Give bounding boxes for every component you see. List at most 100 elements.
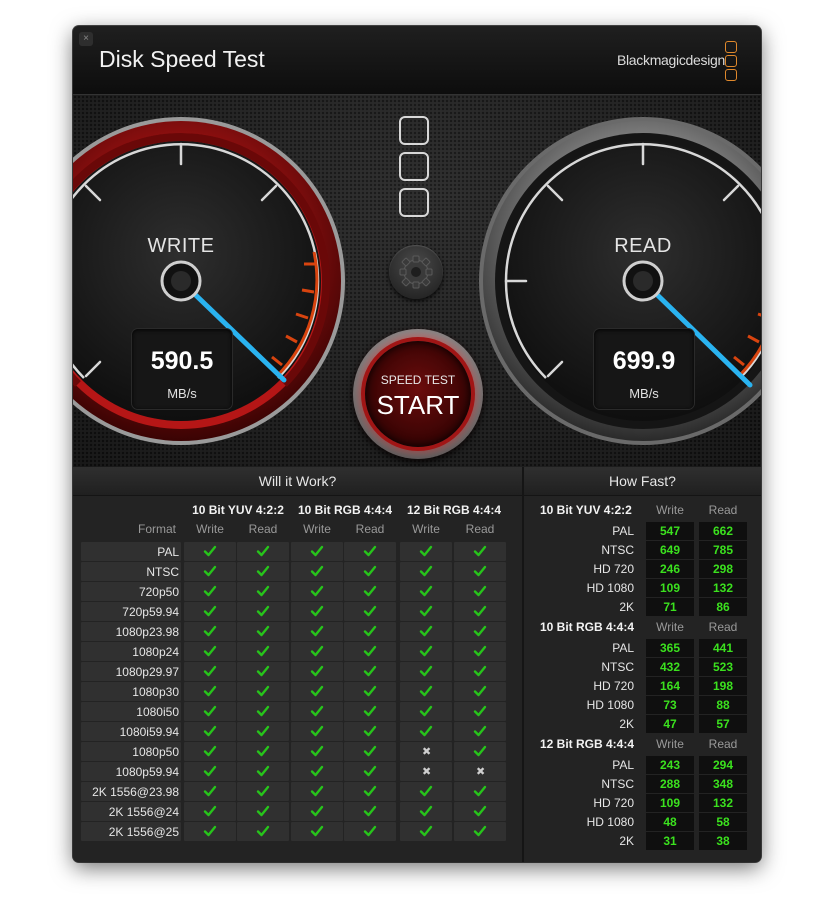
check-icon: [473, 724, 487, 738]
speed-row-label: 2K: [619, 717, 634, 731]
check-icon: [419, 804, 433, 818]
read-speed-cell: 662: [699, 522, 747, 540]
check-icon: [203, 764, 217, 778]
read-speed-cell: 294: [699, 756, 747, 774]
close-button[interactable]: ×: [79, 32, 93, 46]
check-icon: [363, 544, 377, 558]
write-speed-cell: 432: [646, 658, 694, 676]
check-icon: [473, 664, 487, 678]
read-speed-cell: 57: [699, 715, 747, 733]
check-icon: [203, 684, 217, 698]
read-readout: 699.9 MB/s: [594, 329, 694, 409]
status-indicator-1: [399, 116, 429, 145]
speed-row-label: NTSC: [601, 777, 634, 791]
check-icon: [256, 784, 270, 798]
write-speed-cell: 246: [646, 560, 694, 578]
read-speed-cell: 86: [699, 598, 747, 616]
write-speed-unit: MB/s: [167, 386, 197, 401]
check-icon: [256, 644, 270, 658]
write-speed-cell: 547: [646, 522, 694, 540]
speed-row-label: PAL: [612, 641, 634, 655]
check-icon: [473, 604, 487, 618]
check-icon: [473, 744, 487, 758]
check-icon: [256, 544, 270, 558]
check-icon: [473, 684, 487, 698]
read-speed-unit: MB/s: [629, 386, 659, 401]
read-speed-cell: 58: [699, 813, 747, 831]
write-speed-cell: 288: [646, 775, 694, 793]
status-indicator-3: [399, 188, 429, 217]
read-header: Read: [708, 737, 738, 751]
format-row-label: 1080p30: [132, 685, 179, 699]
write-speed-cell: 164: [646, 677, 694, 695]
read-speed-cell: 441: [699, 639, 747, 657]
check-icon: [310, 704, 324, 718]
check-icon: [419, 704, 433, 718]
format-row-label: 1080p59.94: [115, 765, 179, 779]
format-group-header: 12 Bit RGB 4:4:4: [406, 503, 502, 517]
speed-row-label: HD 1080: [586, 698, 634, 712]
cross-icon: ✖: [422, 746, 432, 758]
check-icon: [256, 744, 270, 758]
how-fast-title: How Fast?: [524, 467, 761, 496]
check-icon: [256, 564, 270, 578]
check-icon: [310, 744, 324, 758]
check-icon: [473, 804, 487, 818]
speed-row-label: HD 1080: [586, 581, 634, 595]
check-icon: [419, 684, 433, 698]
format-row-label: 1080p50: [132, 745, 179, 759]
check-icon: [363, 644, 377, 658]
write-read-header: Write: [196, 522, 224, 536]
check-icon: [203, 744, 217, 758]
check-icon: [256, 704, 270, 718]
speed-row-label: NTSC: [601, 543, 634, 557]
check-icon: [256, 764, 270, 778]
how-fast-panel: How Fast? 10 Bit YUV 4:2:2 Write Read PAL 54…: [524, 467, 761, 862]
title-bar: × Disk Speed Test Blackmagicdesign: [73, 26, 761, 95]
check-icon: [256, 664, 270, 678]
check-icon: [363, 804, 377, 818]
check-icon: [203, 624, 217, 638]
read-speed-cell: 88: [699, 696, 747, 714]
speed-group-header: 10 Bit RGB 4:4:4: [540, 620, 635, 634]
speed-group-header: 10 Bit YUV 4:2:2: [540, 503, 632, 517]
read-speed-cell: 523: [699, 658, 747, 676]
check-icon: [363, 764, 377, 778]
check-icon: [310, 804, 324, 818]
format-row-label: 2K 1556@24: [108, 805, 179, 819]
speed-row-label: NTSC: [601, 660, 634, 674]
speed-row-label: PAL: [612, 524, 634, 538]
read-speed-cell: 38: [699, 832, 747, 850]
will-it-work-title: Will it Work?: [73, 467, 522, 496]
read-gauge: READ 699.9 MB/s: [476, 114, 761, 448]
check-icon: [203, 544, 217, 558]
settings-button[interactable]: [389, 245, 443, 299]
check-icon: [363, 584, 377, 598]
check-icon: [256, 724, 270, 738]
check-icon: [203, 664, 217, 678]
format-row-label: 1080p24: [132, 645, 179, 659]
check-icon: [473, 584, 487, 598]
write-gauge-label: WRITE: [147, 235, 215, 257]
speed-group-header: 12 Bit RGB 4:4:4: [540, 737, 635, 751]
check-icon: [363, 704, 377, 718]
read-header: Read: [708, 620, 738, 634]
start-button[interactable]: SPEED TEST START: [353, 329, 483, 459]
check-icon: [310, 684, 324, 698]
speed-row-label: HD 1080: [586, 815, 634, 829]
check-icon: [473, 784, 487, 798]
write-read-header: Write: [303, 522, 331, 536]
app-title: Disk Speed Test: [99, 46, 265, 72]
check-icon: [419, 824, 433, 838]
check-icon: [419, 564, 433, 578]
check-icon: [363, 784, 377, 798]
check-icon: [203, 704, 217, 718]
status-indicator-2: [399, 152, 429, 181]
check-icon: [363, 744, 377, 758]
cross-icon: ✖: [476, 766, 486, 778]
format-group-header: 10 Bit YUV 4:2:2: [192, 503, 284, 517]
read-speed-cell: 348: [699, 775, 747, 793]
check-icon: [419, 624, 433, 638]
write-readout: 590.5 MB/s: [132, 329, 232, 409]
check-icon: [256, 624, 270, 638]
